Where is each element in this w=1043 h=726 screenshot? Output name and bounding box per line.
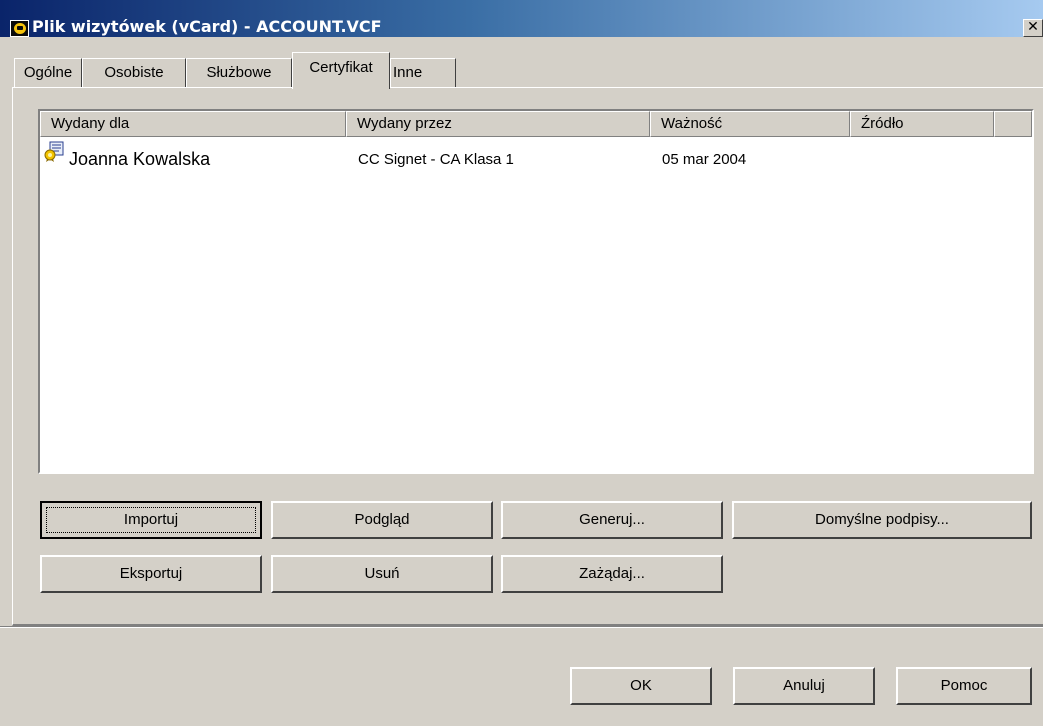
tab-label: Inne	[393, 64, 423, 81]
request-button[interactable]: Zażądaj...	[501, 555, 723, 593]
dialog-separator	[0, 626, 1043, 628]
help-button[interactable]: Pomoc	[896, 667, 1032, 705]
cell-validity: 05 mar 2004	[662, 151, 747, 168]
button-label: Importuj	[123, 511, 179, 528]
export-button[interactable]: Eksportuj	[40, 555, 262, 593]
certificate-icon	[44, 141, 64, 162]
column-header-filler	[994, 111, 1032, 137]
button-label: OK	[630, 677, 652, 694]
cell-issued-to: Joanna Kowalska	[69, 149, 211, 169]
button-label: Pomoc	[940, 677, 988, 694]
close-icon: ✕	[1027, 19, 1039, 35]
delete-button[interactable]: Usuń	[271, 555, 493, 593]
tab-label: Służbowe	[206, 64, 272, 81]
column-label: Ważność	[661, 115, 723, 132]
default-signatures-button[interactable]: Domyślne podpisy...	[732, 501, 1032, 539]
generate-button[interactable]: Generuj...	[501, 501, 723, 539]
column-label: Wydany przez	[357, 115, 452, 132]
preview-button[interactable]: Podgląd	[271, 501, 493, 539]
tab-label: Ogólne	[23, 64, 73, 81]
title-bar[interactable]: Plik wizytówek (vCard) - ACCOUNT.VCF ✕	[0, 0, 1043, 37]
button-label: Domyślne podpisy...	[815, 511, 949, 528]
window-title: Plik wizytówek (vCard) - ACCOUNT.VCF	[32, 17, 382, 36]
button-label: Zażądaj...	[579, 565, 645, 582]
column-header-source[interactable]: Źródło	[850, 111, 994, 137]
app-icon	[10, 20, 29, 37]
certificate-list[interactable]: Wydany dla Wydany przez Ważność Źródło J…	[38, 109, 1034, 474]
tab-label: Certyfikat	[309, 59, 373, 76]
ok-button[interactable]: OK	[570, 667, 712, 705]
column-header-issued-to[interactable]: Wydany dla	[40, 111, 346, 137]
column-header-validity[interactable]: Ważność	[650, 111, 850, 137]
close-button[interactable]: ✕	[1023, 19, 1043, 37]
button-label: Podgląd	[354, 511, 410, 528]
column-header-issued-by[interactable]: Wydany przez	[346, 111, 650, 137]
button-label: Generuj...	[579, 511, 645, 528]
tab-certyfikat[interactable]: Certyfikat	[292, 52, 390, 89]
column-label: Źródło	[861, 115, 904, 132]
button-label: Anuluj	[783, 677, 825, 694]
cancel-button[interactable]: Anuluj	[733, 667, 875, 705]
cell-issued-by: CC Signet - CA Klasa 1	[358, 151, 514, 168]
tab-label: Osobiste	[104, 64, 164, 81]
button-label: Eksportuj	[119, 565, 183, 582]
button-label: Usuń	[364, 565, 400, 582]
column-label: Wydany dla	[51, 115, 130, 132]
import-button[interactable]: Importuj	[40, 501, 262, 539]
tab-sluzbowe[interactable]: Służbowe	[186, 58, 292, 87]
tab-osobiste[interactable]: Osobiste	[82, 58, 186, 87]
tab-inne[interactable]: Inne	[390, 58, 456, 87]
tab-ogolne[interactable]: Ogólne	[14, 58, 82, 87]
